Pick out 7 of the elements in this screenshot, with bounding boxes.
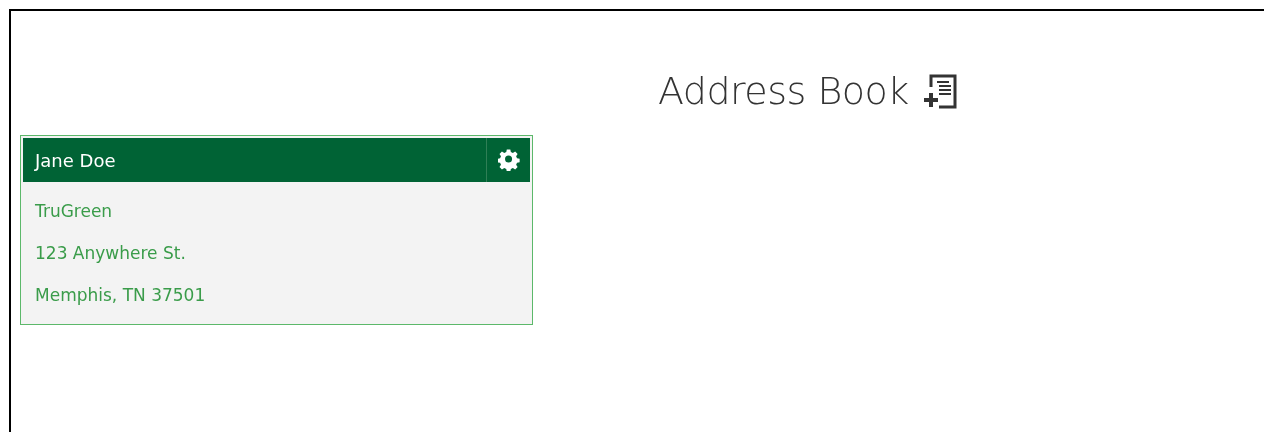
- page-title: Address Book: [658, 69, 909, 113]
- contact-name: Jane Doe: [33, 148, 117, 173]
- settings-icon: [497, 149, 520, 171]
- address-line: 123 Anywhere St.: [35, 242, 187, 265]
- address-line: TruGreen: [35, 200, 114, 223]
- address-line: Memphis, TN 37501: [35, 284, 207, 307]
- add-document-icon[interactable]: [922, 73, 959, 109]
